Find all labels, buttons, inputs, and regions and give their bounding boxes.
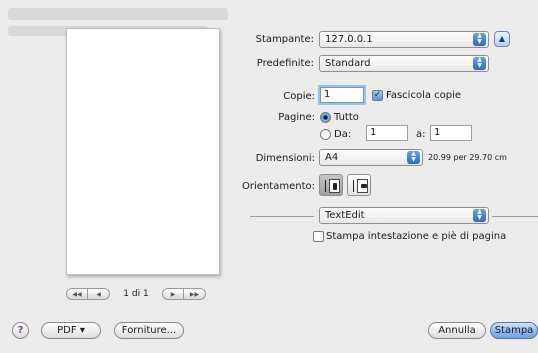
printer-value: 127.0.0.1 [325, 34, 373, 45]
landscape-orientation-button[interactable] [347, 174, 371, 196]
header-footer-checkbox[interactable] [313, 231, 324, 242]
dialog-button-bar: ? PDF ▾ Forniture... Annulla Stampa [0, 312, 538, 353]
next-page-button[interactable]: ▶ [162, 288, 184, 300]
presets-select[interactable]: Standard ▲ ▼ [319, 55, 489, 72]
section-separator-left [250, 216, 314, 217]
pages-range-radio[interactable] [320, 129, 331, 140]
presets-label: Predefinite: [256, 58, 314, 69]
copies-input[interactable]: 1 [320, 87, 364, 103]
popup-arrows-icon: ▲ ▼ [473, 33, 486, 46]
print-button[interactable]: Stampa [490, 322, 538, 339]
pages-from-input[interactable]: 1 [366, 125, 408, 141]
first-page-button[interactable]: ◀◀ [66, 288, 88, 300]
print-preview: ◀◀ ◀ 1 di 1 ▶ ▶▶ [6, 20, 238, 305]
cancel-button[interactable]: Annulla [428, 322, 486, 339]
paper-dimensions: 20.99 per 29.70 cm [428, 153, 507, 162]
popup-arrows-icon: ▲ ▼ [473, 57, 486, 70]
collate-checkbox[interactable]: ✓ [372, 90, 383, 101]
help-button[interactable]: ? [12, 322, 29, 339]
portrait-page-icon [329, 179, 340, 193]
print-section-value: TextEdit [325, 210, 365, 221]
pages-to-input[interactable]: 1 [430, 125, 472, 141]
popup-arrows-icon: ▲ ▼ [473, 209, 486, 222]
pages-label: Pagine: [278, 112, 315, 123]
last-page-button[interactable]: ▶▶ [184, 288, 206, 300]
print-section-select[interactable]: TextEdit ▲ ▼ [319, 207, 489, 224]
page-count-label: 1 di 1 [123, 289, 149, 299]
paper-size-value: A4 [325, 152, 339, 163]
landscape-page-icon [357, 179, 368, 193]
pages-all-label: Tutto [334, 112, 359, 123]
previous-page-button[interactable]: ◀ [88, 288, 110, 300]
page-navigator: ◀◀ ◀ 1 di 1 ▶ ▶▶ [66, 287, 206, 301]
printer-select[interactable]: 127.0.0.1 ▲ ▼ [319, 31, 489, 48]
printer-label: Stampante: [255, 34, 314, 45]
collate-label: Fascicola copie [386, 90, 462, 101]
copies-label: Copie: [283, 91, 315, 102]
portrait-orientation-button[interactable] [319, 174, 343, 196]
orientation-label: Orientamento: [242, 181, 315, 192]
section-separator-right [492, 216, 538, 217]
presets-value: Standard [325, 58, 371, 69]
disclosure-button[interactable]: ▲ [494, 31, 510, 47]
pdf-menu-button[interactable]: PDF ▾ [41, 322, 101, 339]
pages-all-radio[interactable] [320, 112, 331, 123]
pages-to-label: a: [416, 129, 426, 140]
header-footer-label: Stampa intestazione e piè di pagina [326, 231, 507, 242]
popup-arrows-icon: ▲ ▼ [407, 151, 420, 164]
page-preview [66, 28, 220, 275]
paper-size-label: Dimensioni: [255, 153, 315, 164]
paper-size-select[interactable]: A4 ▲ ▼ [319, 149, 423, 166]
supplies-button[interactable]: Forniture... [114, 322, 184, 339]
pages-from-label: Da: [334, 129, 352, 140]
